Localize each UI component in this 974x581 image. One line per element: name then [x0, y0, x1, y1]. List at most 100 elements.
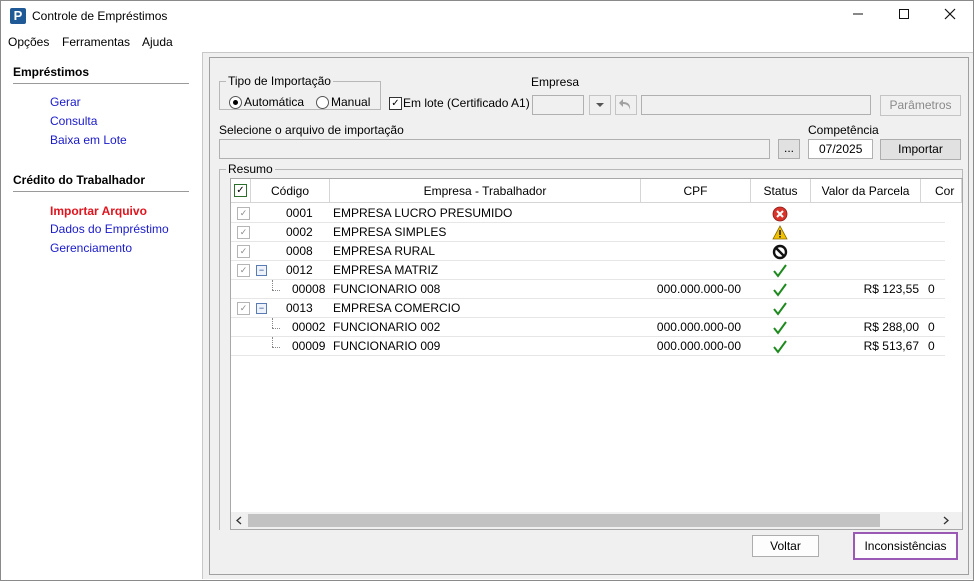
sidebar-item-gerar[interactable]: Gerar	[50, 95, 81, 109]
cell-cor: 0	[928, 320, 935, 334]
select-all-header: ✓	[231, 179, 251, 203]
sidebar-section-credito-trabalhador: Crédito do Trabalhador	[13, 173, 146, 187]
table-row[interactable]: ✓ − 0013 EMPRESA COMERCIO	[231, 299, 945, 318]
check-icon	[773, 340, 787, 354]
radio-manual[interactable]	[316, 96, 329, 109]
competencia-input[interactable]: 07/2025	[808, 139, 873, 159]
sidebar-item-gerenciamento[interactable]: Gerenciamento	[50, 241, 132, 255]
empresa-name-input[interactable]	[641, 95, 871, 115]
importar-button[interactable]: Importar	[880, 139, 961, 160]
menu-bar: Opções Ferramentas Ajuda	[1, 32, 973, 52]
cell-empresa-trabalhador: EMPRESA LUCRO PRESUMIDO	[333, 206, 513, 220]
table-row[interactable]: 00002 FUNCIONARIO 002 000.000.000-00 R$ 288…	[231, 318, 945, 337]
chevron-down-icon	[596, 103, 604, 107]
title-bar: P Controle de Empréstimos	[1, 1, 973, 31]
table-row[interactable]: 00009 FUNCIONARIO 009 000.000.000-00 R$ 513…	[231, 337, 945, 356]
close-icon	[944, 8, 956, 20]
menu-ferramentas[interactable]: Ferramentas	[62, 35, 130, 49]
inconsistencias-button[interactable]: Inconsistências	[853, 532, 958, 560]
voltar-button[interactable]: Voltar	[752, 535, 819, 557]
sidebar: Empréstimos Gerar Consulta Baixa em Lote…	[1, 52, 200, 580]
cell-codigo: 0008	[286, 244, 313, 258]
cell-valor-parcela	[811, 223, 919, 242]
em-lote-checkbox[interactable]: ✓	[389, 97, 402, 110]
sidebar-divider	[13, 83, 189, 84]
cell-cpf	[641, 223, 741, 242]
cell-cpf: 000.000.000-00	[656, 282, 741, 296]
warning-icon	[772, 225, 788, 240]
cell-codigo: 0012	[286, 263, 313, 277]
sidebar-item-baixa-em-lote[interactable]: Baixa em Lote	[50, 133, 127, 147]
cell-valor-parcela: R$ 288,00	[863, 320, 919, 334]
row-checkbox[interactable]: ✓	[237, 226, 250, 239]
column-header-cor[interactable]: Cor	[921, 179, 962, 203]
cell-valor-parcela	[811, 299, 919, 318]
minimize-icon	[853, 13, 863, 15]
maximize-icon	[899, 9, 909, 19]
select-all-checkbox[interactable]: ✓	[234, 184, 247, 197]
parametros-button[interactable]: Parâmetros	[880, 95, 961, 116]
cell-codigo: 00002	[292, 320, 326, 334]
cell-valor-parcela: R$ 513,67	[863, 339, 919, 353]
cell-cpf	[641, 204, 741, 223]
collapse-icon[interactable]: −	[256, 265, 267, 276]
tree-connector	[272, 347, 280, 348]
cell-cpf: 000.000.000-00	[656, 339, 741, 353]
cell-valor-parcela	[811, 204, 919, 223]
empresa-code-input[interactable]	[532, 95, 584, 115]
cell-cpf	[641, 261, 741, 280]
check-icon	[773, 302, 787, 316]
column-header-status[interactable]: Status	[751, 179, 811, 203]
cell-empresa-trabalhador: EMPRESA COMERCIO	[333, 301, 461, 315]
main-panel: Tipo de Importação Automática Manual ✓ E…	[202, 52, 973, 579]
cell-valor-parcela	[811, 242, 919, 261]
browse-button[interactable]: ...	[778, 139, 800, 159]
close-button[interactable]	[927, 1, 973, 31]
sidebar-item-consulta[interactable]: Consulta	[50, 114, 97, 128]
menu-opcoes[interactable]: Opções	[8, 35, 49, 49]
row-checkbox[interactable]: ✓	[237, 207, 250, 220]
maximize-button[interactable]	[881, 1, 927, 31]
cell-codigo: 0002	[286, 225, 313, 239]
check-icon	[773, 321, 787, 335]
collapse-icon[interactable]: −	[256, 303, 267, 314]
cell-empresa-trabalhador: EMPRESA RURAL	[333, 244, 436, 258]
table-row[interactable]: ✓ 0008 EMPRESA RURAL	[231, 242, 945, 261]
horizontal-scrollbar[interactable]	[231, 512, 962, 529]
row-checkbox[interactable]: ✓	[237, 245, 250, 258]
cell-cpf	[641, 242, 741, 261]
check-icon	[773, 283, 787, 297]
empresa-dropdown-button[interactable]	[589, 95, 611, 115]
column-header-codigo[interactable]: Código	[251, 179, 330, 203]
table-row[interactable]: ✓ 0002 EMPRESA SIMPLES	[231, 223, 945, 242]
sidebar-item-dados-emprestimo[interactable]: Dados do Empréstimo	[50, 222, 169, 236]
table-row[interactable]: ✓ − 0012 EMPRESA MATRIZ	[231, 261, 945, 280]
column-header-empresa[interactable]: Empresa - Trabalhador	[330, 179, 641, 203]
tree-connector	[272, 318, 273, 328]
empresa-label: Empresa	[531, 75, 580, 89]
tree-connector	[272, 328, 280, 329]
cell-empresa-trabalhador: FUNCIONARIO 002	[333, 320, 441, 334]
scrollbar-thumb[interactable]	[248, 514, 880, 527]
menu-ajuda[interactable]: Ajuda	[142, 35, 173, 49]
table-row[interactable]: ✓ 0001 EMPRESA LUCRO PRESUMIDO	[231, 204, 945, 223]
arquivo-path-input[interactable]	[219, 139, 770, 159]
row-checkbox[interactable]: ✓	[237, 264, 250, 277]
radio-automatica[interactable]	[229, 96, 242, 109]
cell-empresa-trabalhador: EMPRESA MATRIZ	[333, 263, 439, 277]
scroll-right-icon[interactable]	[942, 516, 950, 525]
cell-codigo: 0013	[286, 301, 313, 315]
app-logo-icon: P	[10, 8, 26, 24]
sidebar-item-importar-arquivo[interactable]: Importar Arquivo	[50, 204, 147, 218]
cell-cpf	[641, 299, 741, 318]
row-checkbox[interactable]: ✓	[237, 302, 250, 315]
competencia-label: Competência	[808, 123, 879, 137]
minimize-button[interactable]	[835, 1, 881, 31]
table-row[interactable]: 00008 FUNCIONARIO 008 000.000.000-00 R$ 123…	[231, 280, 945, 299]
column-header-cpf[interactable]: CPF	[641, 179, 751, 203]
column-header-valor-parcela[interactable]: Valor da Parcela	[811, 179, 921, 203]
scroll-left-icon[interactable]	[235, 516, 243, 525]
cell-cor	[928, 242, 948, 261]
import-panel: Tipo de Importação Automática Manual ✓ E…	[209, 57, 969, 575]
empresa-undo-button[interactable]	[615, 95, 637, 115]
